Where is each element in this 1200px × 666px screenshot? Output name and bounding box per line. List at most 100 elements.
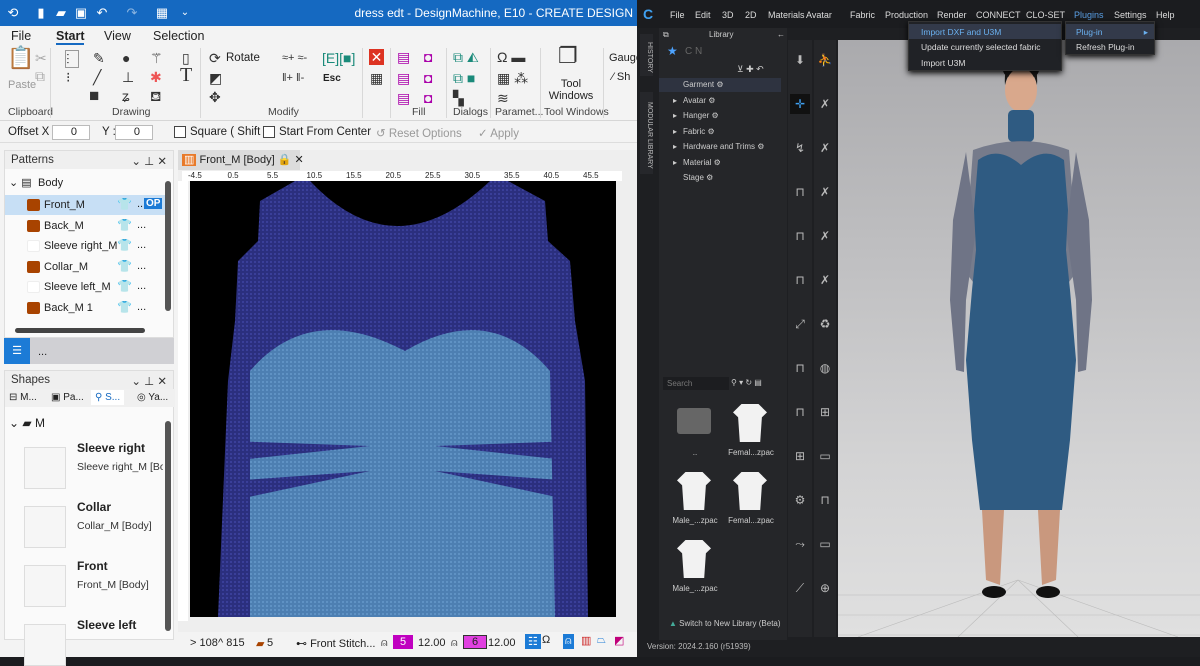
- esc-button[interactable]: Esc: [323, 73, 341, 84]
- add-column-icon[interactable]: ‖+ ‖-: [282, 70, 304, 86]
- knit-canvas[interactable]: [190, 181, 616, 617]
- shirt-icon[interactable]: 👕: [117, 300, 132, 314]
- pattern-row[interactable]: Front_M 👕 ... OP: [5, 195, 165, 215]
- shirt-icon[interactable]: 👕: [117, 218, 132, 232]
- copy-icon[interactable]: ⧉: [35, 68, 45, 84]
- 3d-tool-icon[interactable]: ✗: [815, 270, 835, 290]
- menu-edit[interactable]: Edit: [695, 10, 711, 20]
- 3d-tool-icon[interactable]: ◍: [815, 358, 835, 378]
- 3d-tool-icon[interactable]: ♻: [815, 314, 835, 334]
- mirror-icon[interactable]: ◩: [209, 70, 222, 86]
- tab-file[interactable]: File: [11, 29, 31, 43]
- shirt-icon[interactable]: 👕: [117, 259, 132, 273]
- 3d-tool-icon[interactable]: ⬇: [790, 50, 810, 70]
- 3d-tool-icon[interactable]: ⊓: [790, 358, 810, 378]
- fill-area-icon[interactable]: ◘: [424, 70, 432, 86]
- tree-root-body[interactable]: ⌄ ▤ Body: [5, 173, 165, 193]
- stamp-icon[interactable]: ⊥: [122, 69, 134, 85]
- 3d-tool-icon[interactable]: ⚙: [790, 490, 810, 510]
- shapes-tab-pa[interactable]: ▣ Pa...: [51, 392, 84, 403]
- menu-settings[interactable]: Settings: [1114, 10, 1147, 20]
- 3d-tool-icon[interactable]: ⊕: [815, 578, 835, 598]
- tool-windows-button[interactable]: Tool Windows: [545, 78, 597, 102]
- mode-3-icon[interactable]: ⏢: [597, 634, 606, 647]
- 3d-tool-icon[interactable]: ⊓: [790, 270, 810, 290]
- vertical-line-tool-icon[interactable]: ⫶: [65, 50, 79, 68]
- wand-icon[interactable]: ⚚: [150, 50, 163, 66]
- menu-render[interactable]: Render: [937, 10, 967, 20]
- panel-controls-icon[interactable]: ⌄ ⊥ ✕: [131, 154, 167, 168]
- tab-view[interactable]: View: [104, 29, 131, 43]
- square-checkbox[interactable]: [174, 126, 186, 138]
- text-icon[interactable]: T: [180, 65, 192, 85]
- tool-windows-icon[interactable]: ❐: [558, 45, 578, 67]
- rotate-icon[interactable]: ⟳: [209, 50, 221, 66]
- 3d-tool-icon[interactable]: ⊞: [790, 446, 810, 466]
- rotate-button[interactable]: Rotate: [226, 52, 260, 64]
- menu-materials[interactable]: Materials: [768, 10, 805, 20]
- pencil-icon[interactable]: ✎: [93, 50, 105, 66]
- tab-start[interactable]: Start: [56, 29, 85, 45]
- more-icon[interactable]: ...: [137, 280, 146, 292]
- paste-icon[interactable]: 📋: [7, 47, 34, 69]
- pattern-row[interactable]: Sleeve left_M 👕 ...: [5, 277, 165, 297]
- library-tree-item[interactable]: ▸ Material ⚙: [659, 156, 781, 170]
- doc-tab[interactable]: ▥ Front_M [Body] 🔒 ✕: [178, 150, 304, 170]
- search-icon[interactable]: ⚲ ▾ ↻ ▤: [731, 378, 762, 387]
- pattern-row[interactable]: Back_M 1 👕 ...: [5, 298, 165, 318]
- grid-icon[interactable]: ▦: [370, 70, 383, 86]
- rectangle-fill-icon[interactable]: ■: [89, 87, 99, 104]
- library-tree-item[interactable]: ▸ Avatar ⚙: [659, 94, 781, 108]
- redo-icon[interactable]: ↷: [125, 5, 139, 20]
- menu-import-dxf-u3m[interactable]: Import DXF and U3M: [909, 24, 1061, 39]
- fill-bucket-icon[interactable]: ⛾: [150, 88, 161, 104]
- shirt-icon[interactable]: 👕: [117, 238, 132, 252]
- library-tree-item[interactable]: Garment ⚙: [659, 78, 781, 92]
- shapes-root[interactable]: ⌄ ▰ M: [9, 416, 45, 430]
- sparkle-icon[interactable]: ✱: [150, 69, 162, 85]
- shapes-tab-s[interactable]: ⚲ S...: [91, 390, 125, 405]
- 3d-tool-icon[interactable]: ⛹: [815, 50, 835, 70]
- omega-icon[interactable]: Ω: [542, 634, 550, 646]
- param-3-icon[interactable]: ≋: [497, 90, 509, 106]
- shape-thumbnail[interactable]: [24, 447, 66, 489]
- 3d-tool-icon[interactable]: ✗: [815, 226, 835, 246]
- menu-fabric[interactable]: Fabric: [850, 10, 875, 20]
- fill-corner-icon[interactable]: ◘: [424, 90, 432, 106]
- library-search-input[interactable]: Search: [663, 377, 729, 390]
- modular-library-tab[interactable]: MODULAR LIBRARY: [640, 92, 653, 174]
- library-file[interactable]: Femal...zpac: [723, 470, 774, 532]
- 3d-tool-icon[interactable]: ▭: [815, 446, 835, 466]
- more-icon[interactable]: ...: [137, 260, 146, 272]
- menu-plugins[interactable]: Plugins: [1074, 10, 1104, 20]
- 3d-tool-icon[interactable]: ⊓: [790, 402, 810, 422]
- 3d-tool-icon[interactable]: ⊞: [815, 402, 835, 422]
- save-icon[interactable]: ▣: [74, 5, 88, 20]
- shape-thumbnail[interactable]: [24, 506, 66, 548]
- dialog-1-icon[interactable]: ⧉ ◭: [453, 49, 479, 65]
- clo-icon[interactable]: C N: [685, 46, 702, 57]
- menu-clo-set[interactable]: CLO-SET: [1026, 10, 1065, 20]
- layout-icon[interactable]: ▦: [155, 5, 169, 20]
- library-tree-item[interactable]: Stage ⚙: [659, 171, 781, 185]
- cut-icon[interactable]: ✂: [35, 50, 47, 66]
- reset-options-button[interactable]: ↺ Reset Options: [376, 126, 462, 140]
- 3d-tool-icon[interactable]: ↯: [790, 138, 810, 158]
- pattern-row[interactable]: Collar_M 👕 ...: [5, 257, 165, 277]
- menu-connect[interactable]: CONNECT: [976, 10, 1021, 20]
- submenu-plug-in[interactable]: Plug-in ▸: [1066, 24, 1154, 39]
- line-icon[interactable]: ╱: [93, 69, 101, 85]
- points-tool-icon[interactable]: ⁝: [66, 69, 70, 85]
- dialog-3-icon[interactable]: ▚: [453, 90, 464, 106]
- menu-2d[interactable]: 2D: [745, 10, 757, 20]
- select-icon[interactable]: [E][■]: [322, 50, 355, 66]
- undo-icon[interactable]: ↶: [95, 5, 109, 20]
- yarn2-badge[interactable]: 6: [463, 635, 487, 649]
- menu-production[interactable]: Production: [885, 10, 928, 20]
- collapse-icon[interactable]: ←: [777, 30, 785, 39]
- shape-thumbnail[interactable]: [24, 624, 66, 666]
- mode-1-icon[interactable]: ⍝: [563, 634, 574, 649]
- 3d-tool-icon[interactable]: ✗: [815, 182, 835, 202]
- offset-x-input[interactable]: 0: [52, 125, 90, 140]
- curve-icon[interactable]: ʑ: [122, 88, 130, 104]
